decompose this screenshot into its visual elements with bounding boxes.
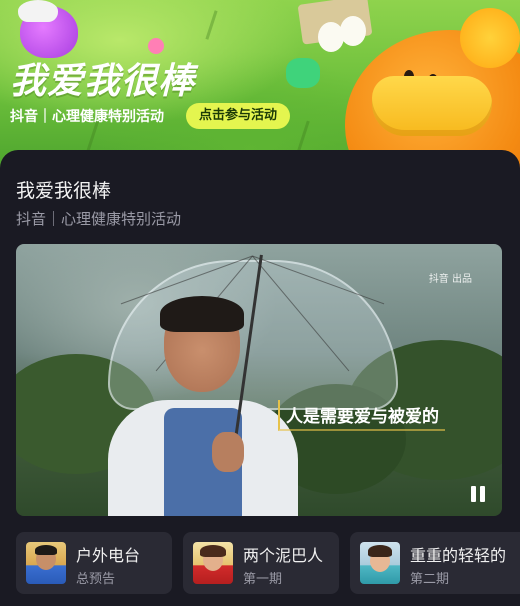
episode-list: 户外电台 总预告 两个泥巴人 第一期 重重的轻轻的 第二期 <box>16 532 520 596</box>
episode-item[interactable]: 两个泥巴人 第一期 <box>183 532 339 594</box>
green-mascot-image <box>286 58 320 88</box>
episode-title: 户外电台 <box>76 546 141 565</box>
episode-title: 重重的轻轻的 <box>410 546 507 565</box>
episode-thumbnail <box>193 542 233 584</box>
egg-decoration <box>340 16 366 46</box>
person-hair <box>160 296 244 332</box>
episode-item[interactable]: 户外电台 总预告 <box>16 532 172 594</box>
video-caption: 人是需要爱与被爱的 <box>278 400 445 431</box>
mascot-beak <box>372 76 492 136</box>
banner-subtitle: 抖音｜心理健康特别活动 <box>10 109 164 125</box>
card-title: 我爱我很棒 <box>16 180 112 202</box>
thumbnail-hair <box>368 545 392 557</box>
pause-bar <box>471 486 476 502</box>
pause-icon[interactable] <box>470 486 486 502</box>
video-player[interactable]: 抖音 出品 人是需要爱与被爱的 <box>16 244 502 516</box>
mascot-hat <box>18 0 58 22</box>
flower-mascot-image <box>460 8 520 68</box>
episode-title: 两个泥巴人 <box>243 546 324 565</box>
activity-banner[interactable]: 我爱我很棒 抖音｜心理健康特别活动 点击参与活动 <box>0 0 520 168</box>
grass-decoration <box>205 10 218 40</box>
episode-subtitle: 第一期 <box>243 572 283 587</box>
banner-title: 我爱我很棒 <box>10 61 196 102</box>
pause-bar <box>480 486 485 502</box>
join-activity-button[interactable]: 点击参与活动 <box>186 103 290 129</box>
thumbnail-hair <box>200 545 226 557</box>
thumbnail-hair <box>35 545 57 555</box>
episode-subtitle: 第二期 <box>410 572 450 587</box>
douyin-logo: 抖音 出品 <box>428 274 472 285</box>
episode-item[interactable]: 重重的轻轻的 第二期 <box>350 532 520 594</box>
umbrella-image <box>108 260 398 410</box>
card-subtitle: 抖音｜心理健康特别活动 <box>16 210 182 228</box>
episode-thumbnail <box>26 542 66 584</box>
episode-thumbnail <box>360 542 400 584</box>
episode-subtitle: 总预告 <box>76 572 116 587</box>
person-hand <box>212 432 244 472</box>
